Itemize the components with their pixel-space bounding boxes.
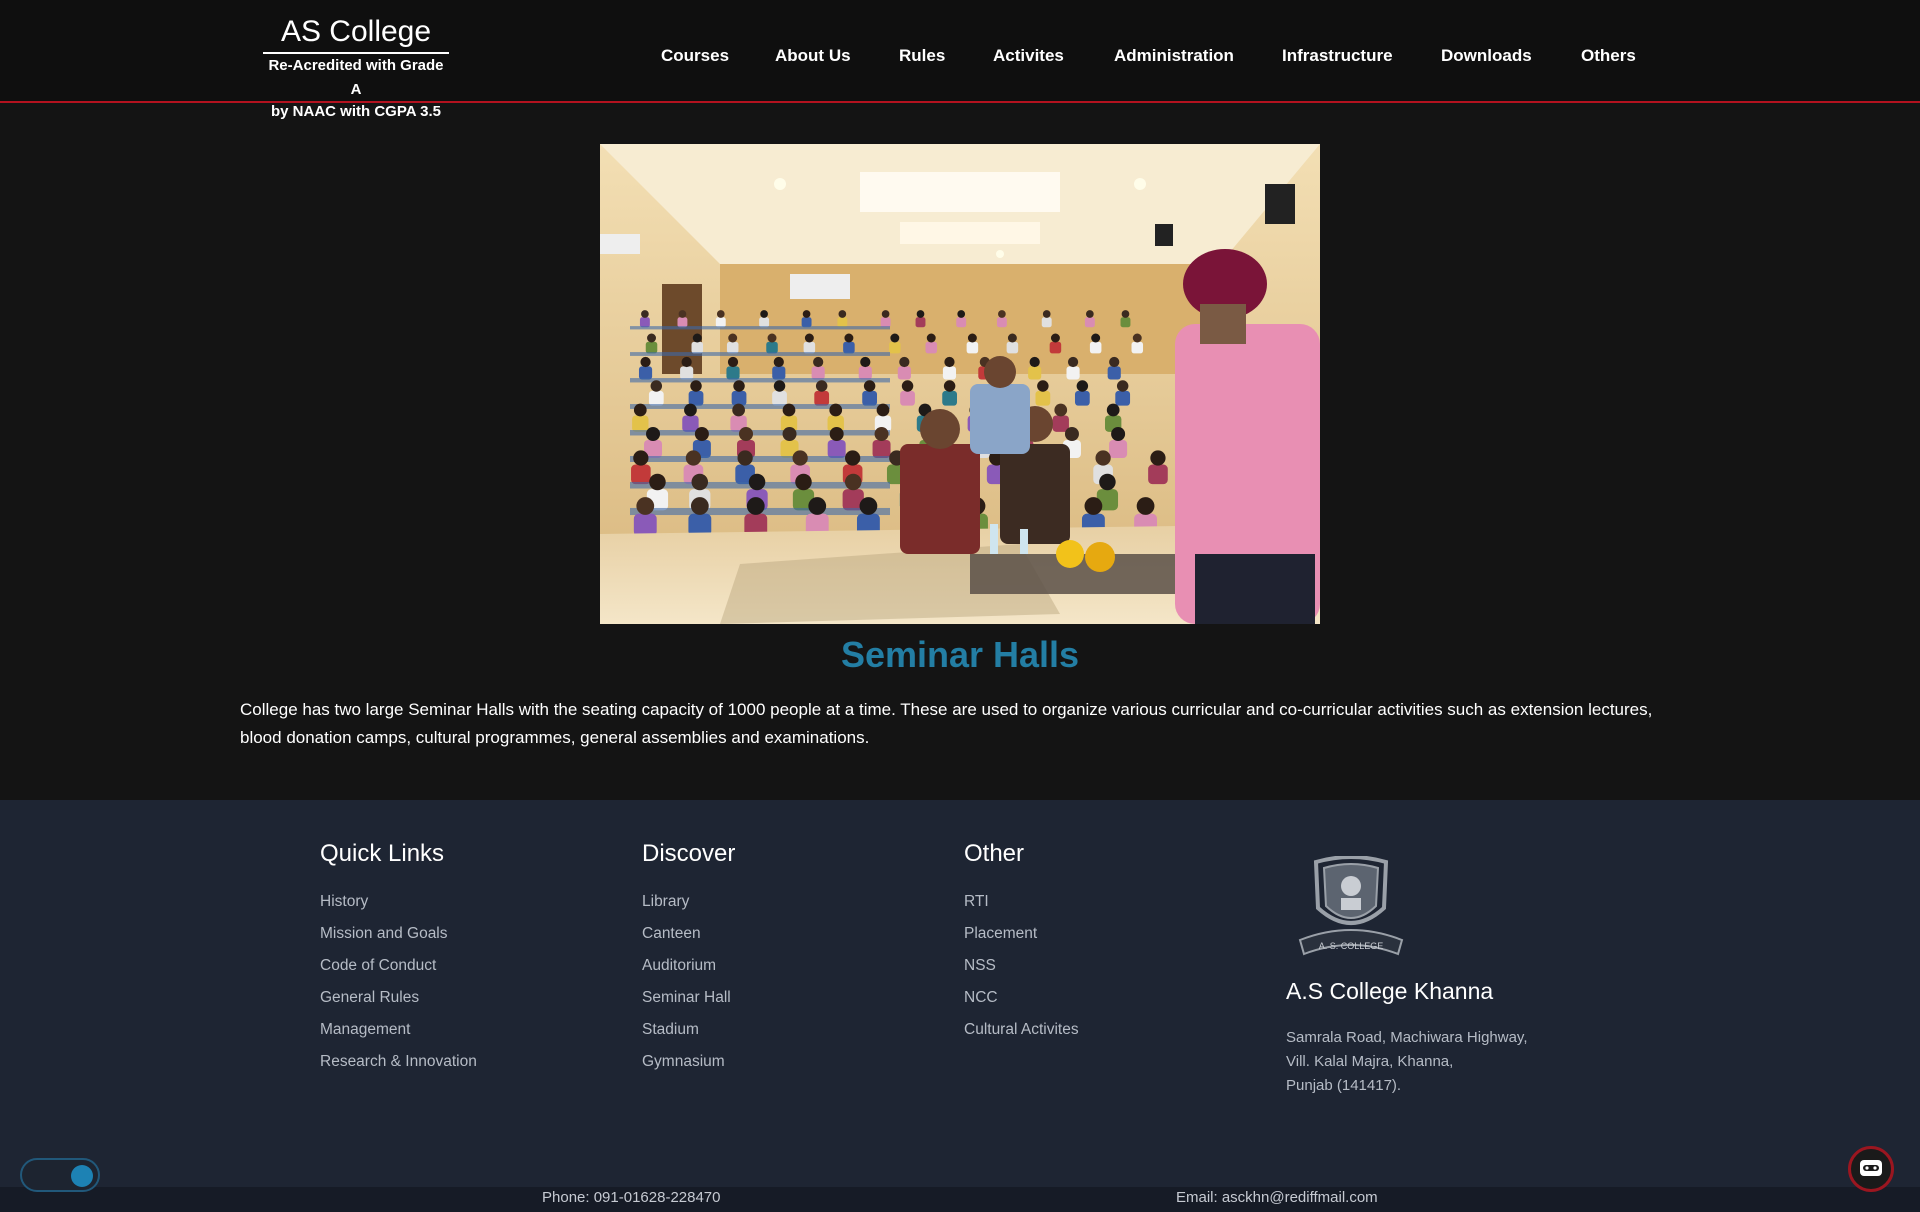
footer-link-seminar-hall[interactable]: Seminar Hall [642,982,735,1014]
brand-subtitle-line2: by NAAC with CGPA 3.5 [270,103,442,120]
nav-courses[interactable]: Courses [661,46,729,66]
footer-link-placement[interactable]: Placement [964,918,1079,950]
nav-about-us[interactable]: About Us [775,46,851,66]
nav-downloads[interactable]: Downloads [1441,46,1532,66]
footer-link-canteen[interactable]: Canteen [642,918,735,950]
page-title: Seminar Halls [840,634,1080,675]
chatbot-icon [1860,1160,1882,1176]
phone-contact: Phone: 091-01628-228470 [542,1189,721,1206]
main-nav: Courses About Us Rules Activites Adminis… [0,46,1920,70]
address-line-1: Samrala Road, Machiwara Highway, [1286,1029,1528,1046]
footer-bottom-bar [0,1187,1920,1212]
college-address: Samrala Road, Machiwara Highway, Vill. K… [1286,1026,1528,1098]
footer-other: Other RTI Placement NSS NCC Cultural Act… [964,838,1079,1046]
college-crest-icon: A. S. COLLEGE [1296,855,1406,956]
svg-text:A. S. COLLEGE: A. S. COLLEGE [1319,941,1384,951]
footer-link-mission-goals[interactable]: Mission and Goals [320,918,477,950]
college-name: A.S College Khanna [1286,978,1494,1004]
footer-link-library[interactable]: Library [642,886,735,918]
nav-rules[interactable]: Rules [899,46,945,66]
footer-discover: Discover Library Canteen Auditorium Semi… [642,838,735,1078]
chatbot-button[interactable] [1848,1146,1894,1192]
footer-link-gymnasium[interactable]: Gymnasium [642,1046,735,1078]
footer-link-management[interactable]: Management [320,1014,477,1046]
footer-link-ncc[interactable]: NCC [964,982,1079,1014]
footer-link-research-innovation[interactable]: Research & Innovation [320,1046,477,1078]
site-footer [0,800,1920,1187]
other-heading: Other [964,840,1025,867]
footer-link-auditorium[interactable]: Auditorium [642,950,735,982]
footer-link-general-rules[interactable]: General Rules [320,982,477,1014]
nav-infrastructure[interactable]: Infrastructure [1282,46,1393,66]
quick-links-heading: Quick Links [320,840,445,867]
footer-link-history[interactable]: History [320,886,477,918]
footer-quick-links: Quick Links History Mission and Goals Co… [320,838,477,1078]
email-contact[interactable]: Email: asckhn@rediffmail.com [1176,1187,1378,1209]
footer-link-nss[interactable]: NSS [964,950,1079,982]
site-header: AS College Re-Acredited with Grade A by … [0,0,1920,120]
address-line-2: Vill. Kalal Majra, Khanna, [1286,1053,1454,1070]
footer-link-rti[interactable]: RTI [964,886,1079,918]
discover-heading: Discover [642,840,736,867]
nav-administration[interactable]: Administration [1114,46,1234,66]
theme-toggle-switch[interactable] [20,1158,100,1192]
footer-link-code-of-conduct[interactable]: Code of Conduct [320,950,477,982]
page-description: College has two large Seminar Halls with… [240,700,1653,747]
nav-others[interactable]: Others [1581,46,1636,66]
footer-link-stadium[interactable]: Stadium [642,1014,735,1046]
address-line-3: Punjab (141417). [1286,1077,1402,1094]
toggle-knob [71,1165,93,1187]
nav-activites[interactable]: Activites [993,46,1064,66]
footer-link-cultural-activites[interactable]: Cultural Activites [964,1014,1079,1046]
seminar-hall-photo [600,144,1320,624]
